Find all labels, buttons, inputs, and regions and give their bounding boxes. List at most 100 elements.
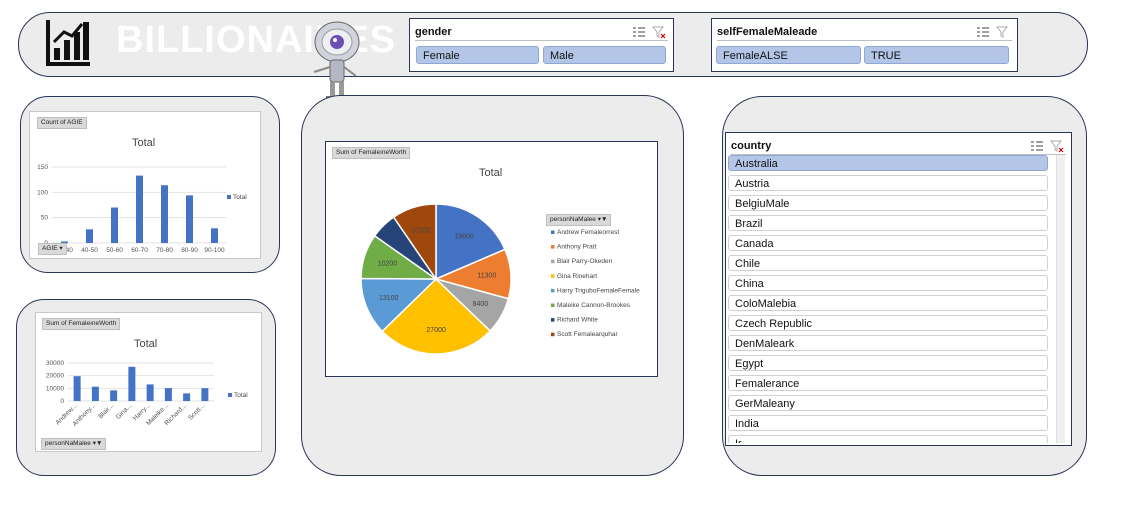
gender-slicer: gender Female Male: [409, 18, 674, 72]
legend-label: Scott Femalearquhar: [557, 331, 619, 338]
clear-filter-icon[interactable]: [1050, 139, 1064, 153]
slice-data-label: 13100: [379, 295, 399, 302]
bar[interactable]: [73, 376, 81, 401]
country-item[interactable]: ColoMalebia: [728, 295, 1048, 311]
legend-label: Maleike Cannon-Brookes: [557, 302, 631, 309]
gender-item-male[interactable]: Male: [543, 46, 666, 64]
country-item[interactable]: Ir...: [728, 435, 1048, 443]
legend-label: Total: [233, 194, 247, 201]
bar[interactable]: [211, 228, 218, 243]
age-chart-plot: 05010015030-4040-5050-6060-7070-8080-909…: [37, 164, 247, 254]
country-slicer-header: country: [731, 138, 1066, 155]
age-axis-button[interactable]: AGIE ▾: [38, 243, 67, 255]
pie-chart-plot: 19600 11300 8400 27000 13100 10200 10100 Andrew…: [360, 203, 640, 355]
legend-swatch: [551, 318, 555, 322]
bar[interactable]: [91, 386, 99, 401]
x-tick-label: 60-70: [131, 247, 148, 254]
country-item[interactable]: Austria: [728, 175, 1048, 191]
bar-chart-logo-icon: [46, 20, 90, 66]
legend-swatch: [551, 303, 555, 307]
legend-swatch: [551, 332, 555, 337]
worth-chart[interactable]: Sum of FemaleıneWorth Total 0 10000 20000 3…: [35, 312, 262, 452]
x-tick-label: Gina...: [115, 402, 134, 421]
legend-swatch: [551, 245, 555, 249]
bar[interactable]: [146, 384, 154, 401]
bar[interactable]: [186, 195, 193, 243]
y-tick-label: 100: [37, 189, 48, 196]
y-tick-label: 0: [60, 398, 64, 405]
pie-legend-button[interactable]: personNaMalee ▾▼: [546, 214, 612, 226]
country-item[interactable]: Egypt: [728, 355, 1048, 371]
gender-item-female[interactable]: Female: [416, 46, 539, 64]
pie-legend-button-label: personNaMalee: [550, 216, 596, 223]
country-item[interactable]: BelgiuMale: [728, 195, 1048, 211]
y-tick-label: 10000: [46, 385, 64, 392]
legend-label: Andrew Femaleorrest: [557, 229, 619, 236]
age-chart[interactable]: Count of AGIE Total 05010015030-4040-505…: [29, 111, 261, 259]
worth-axis-button[interactable]: personNaMalee ▾▼: [41, 438, 107, 450]
legend-swatch: [551, 230, 555, 234]
legend-swatch: [551, 288, 555, 293]
bar[interactable]: [86, 229, 93, 243]
slice-data-label: 8400: [473, 301, 489, 308]
x-tick-label: Blair...: [97, 402, 115, 420]
country-item[interactable]: DenMaleark: [728, 335, 1048, 351]
selfmade-slicer-header: selfFemaleMaleade: [717, 24, 1012, 41]
legend-label: Total: [234, 392, 248, 399]
legend-label: Harry TriguboFemaleFemale: [557, 287, 640, 294]
legend-swatch: [551, 274, 555, 278]
robot-mascot-icon: [313, 21, 360, 101]
worth-chart-plot: 0100002000030000Andrew...Anthony... Blair…: [46, 360, 248, 428]
pie-chart[interactable]: Sum of FemaleıneWorth Total 19600 11300 84…: [325, 141, 658, 377]
selfmade-item-false[interactable]: FemaleALSE: [716, 46, 861, 64]
country-item[interactable]: India: [728, 415, 1048, 431]
selfmade-slicer-title: selfFemaleMaleade: [717, 26, 818, 38]
age-axis-button-label: AGIE: [42, 245, 58, 252]
legend-swatch: [228, 393, 232, 397]
legend-label: Anthony Pratt: [557, 244, 597, 251]
y-tick-label: 30000: [46, 360, 64, 367]
multi-select-icon[interactable]: [632, 25, 646, 39]
clear-filter-icon[interactable]: [652, 25, 666, 39]
country-scrollbar[interactable]: [1056, 155, 1065, 443]
bar[interactable]: [128, 366, 136, 401]
bar[interactable]: [183, 393, 191, 401]
country-item[interactable]: Czech Republic: [728, 315, 1048, 331]
multi-select-icon[interactable]: [976, 25, 990, 39]
gender-slicer-title: gender: [415, 26, 452, 38]
country-slicer: country Australia Austria BelgiuMale Brazil…: [725, 132, 1072, 446]
gender-slicer-header: gender: [415, 24, 668, 41]
x-tick-label: 70-80: [156, 247, 173, 254]
bar[interactable]: [110, 390, 118, 401]
slice-data-label: 10100: [411, 227, 431, 234]
country-item[interactable]: Australia: [728, 155, 1048, 171]
y-tick-label: 50: [41, 215, 49, 222]
bar[interactable]: [136, 175, 143, 243]
legend-label: Gina Rinehart: [557, 273, 597, 280]
slice-data-label: 10200: [378, 260, 398, 267]
bar[interactable]: [201, 388, 209, 401]
country-item[interactable]: GerMaleany: [728, 395, 1048, 411]
x-tick-label: 50-60: [106, 247, 123, 254]
y-tick-label: 150: [37, 164, 48, 171]
country-item[interactable]: Femalerance: [728, 375, 1048, 391]
y-tick-label: 20000: [46, 373, 64, 380]
country-item[interactable]: Canada: [728, 235, 1048, 251]
bar[interactable]: [161, 185, 168, 243]
legend-label: Richard White: [557, 317, 598, 324]
country-item[interactable]: Brazil: [728, 215, 1048, 231]
country-slicer-title: country: [731, 140, 772, 152]
x-tick-label: 90-100: [204, 247, 225, 254]
selfmade-item-true[interactable]: TRUE: [864, 46, 1009, 64]
slice-data-label: 27000: [426, 327, 446, 334]
bar[interactable]: [164, 388, 172, 401]
country-item[interactable]: Chile: [728, 255, 1048, 271]
legend-swatch: [227, 195, 231, 199]
clear-filter-icon[interactable]: [996, 25, 1010, 39]
country-item[interactable]: China: [728, 275, 1048, 291]
legend-swatch: [551, 259, 555, 264]
x-tick-label: 40-50: [81, 247, 98, 254]
multi-select-icon[interactable]: [1030, 139, 1044, 153]
selfmade-slicer: selfFemaleMaleade FemaleALSE TRUE: [711, 18, 1018, 72]
bar[interactable]: [111, 207, 118, 243]
